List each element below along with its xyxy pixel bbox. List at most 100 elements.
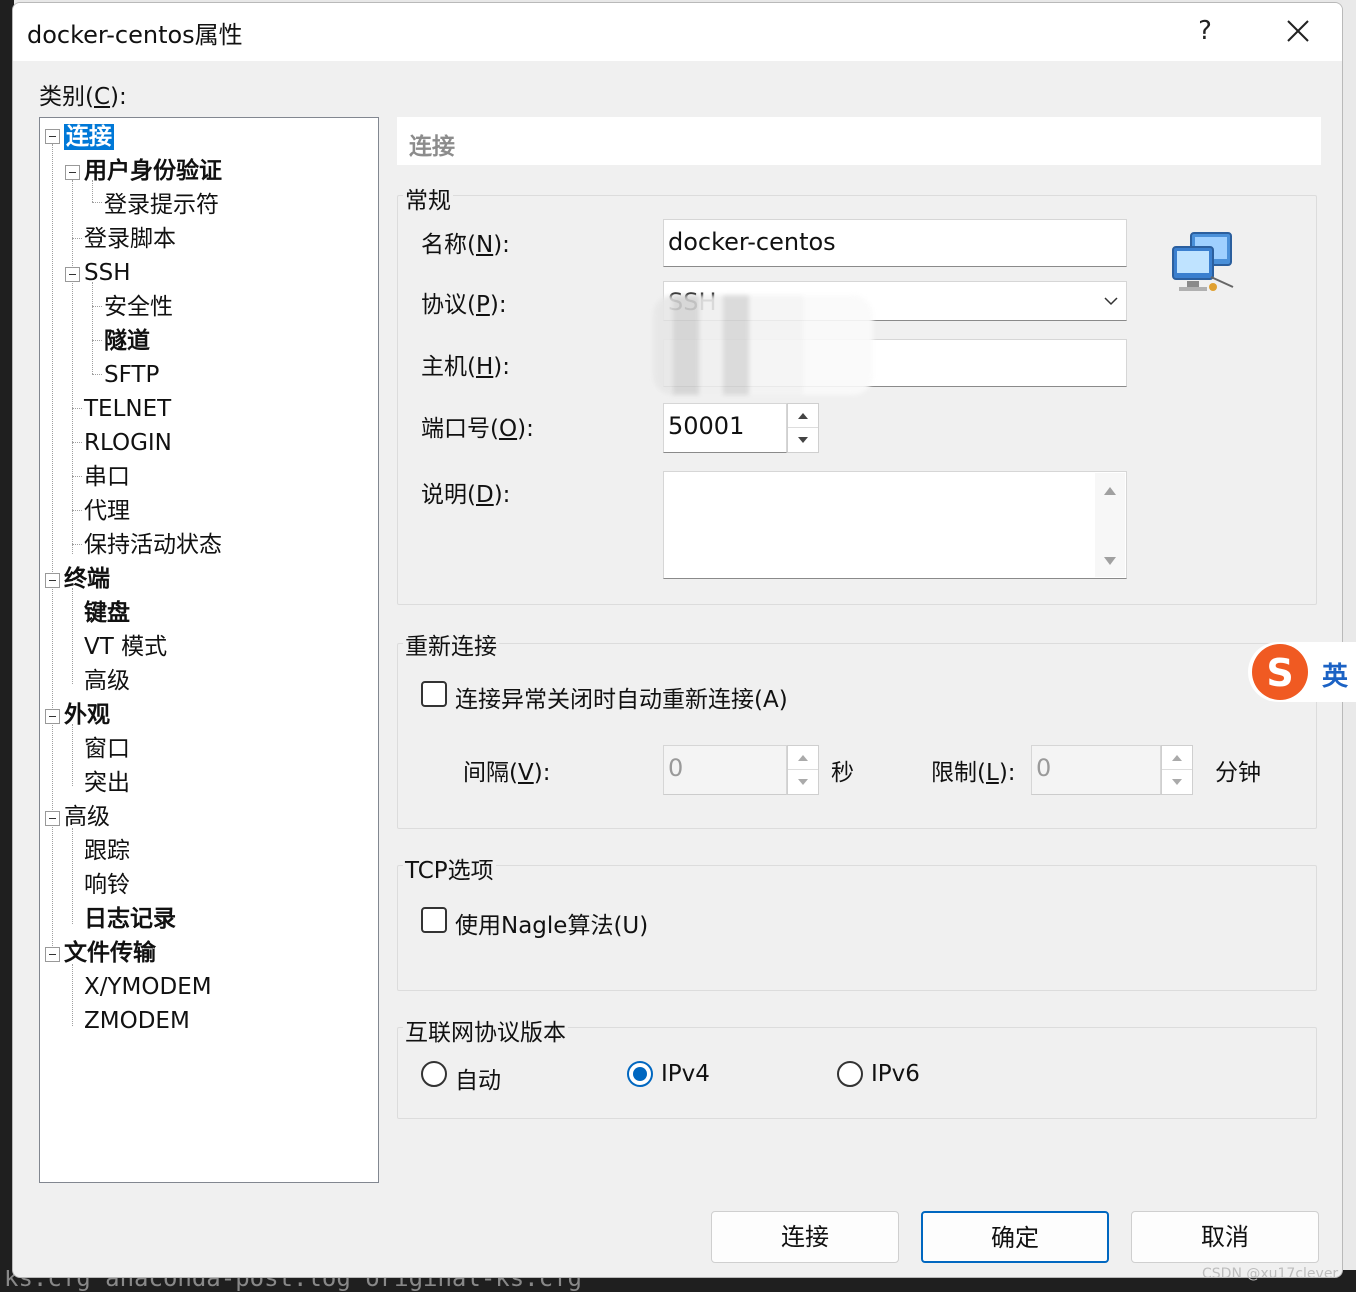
- tree-item-login-script[interactable]: 登录脚本: [84, 224, 176, 254]
- network-computers-icon: [1172, 232, 1234, 291]
- interval-unit: 秒: [831, 760, 854, 786]
- nagle-label: 使用Nagle算法(U): [455, 913, 649, 939]
- category-tree[interactable]: 连接 用户身份验证 登录提示符 登录脚本 SSH 安全性 隧道 SFTP TEL…: [39, 117, 379, 1183]
- tree-item-logging[interactable]: 日志记录: [84, 904, 176, 934]
- auto-reconnect-checkbox[interactable]: [421, 681, 447, 707]
- properties-dialog: docker-centos属性 ? 类别(C): 连接 用户身份验证 登录提示符…: [12, 2, 1343, 1278]
- reconnect-group-title: 重新连接: [403, 627, 499, 661]
- tree-item-telnet[interactable]: TELNET: [84, 394, 171, 424]
- tree-line: [52, 144, 53, 962]
- spin-down-button[interactable]: [788, 770, 818, 794]
- arrow-up-icon: [1172, 755, 1182, 761]
- port-label: 端口号(O):: [421, 416, 534, 442]
- tree-line: [72, 724, 73, 786]
- limit-spinner[interactable]: [1161, 745, 1193, 795]
- tree-line: [92, 202, 102, 203]
- tree-expander[interactable]: [45, 129, 60, 144]
- arrow-down-icon: [798, 779, 808, 785]
- tree-item-trace[interactable]: 跟踪: [84, 836, 130, 866]
- tree-item-keyboard[interactable]: 键盘: [84, 598, 130, 628]
- tree-line: [72, 544, 82, 545]
- tree-item-vt-mode[interactable]: VT 模式: [84, 632, 167, 662]
- ime-indicator[interactable]: S 英: [1248, 642, 1356, 702]
- spin-down-button[interactable]: [788, 428, 818, 452]
- scroll-up-icon: [1104, 487, 1116, 495]
- interval-spinner[interactable]: [787, 745, 819, 795]
- ip-version-group-title: 互联网协议版本: [403, 1013, 568, 1047]
- ok-button[interactable]: 确定: [921, 1211, 1109, 1263]
- cancel-button[interactable]: 取消: [1131, 1211, 1319, 1263]
- limit-unit: 分钟: [1215, 760, 1261, 786]
- tree-item-tunnel[interactable]: 隧道: [104, 326, 150, 356]
- watermark: CSDN @xu17clever: [1202, 1266, 1339, 1282]
- port-input[interactable]: 50001: [663, 403, 787, 453]
- tree-line: [92, 306, 102, 307]
- tree-line: [72, 238, 82, 239]
- ipv4-radio[interactable]: [627, 1061, 653, 1087]
- arrow-down-icon: [798, 437, 808, 443]
- limit-input[interactable]: 0: [1031, 745, 1161, 795]
- spin-down-button[interactable]: [1162, 770, 1192, 794]
- tree-item-rlogin[interactable]: RLOGIN: [84, 428, 172, 458]
- tree-item-advanced[interactable]: 高级: [64, 802, 110, 832]
- tree-line: [72, 442, 82, 443]
- tree-line: [72, 828, 73, 924]
- tree-expander[interactable]: [45, 947, 60, 962]
- tree-expander[interactable]: [45, 573, 60, 588]
- tree-item-connection[interactable]: 连接: [64, 122, 114, 152]
- host-label: 主机(H):: [421, 354, 511, 380]
- ip-auto-radio[interactable]: [421, 1061, 447, 1087]
- tree-item-terminal[interactable]: 终端: [64, 564, 110, 594]
- tree-item-proxy[interactable]: 代理: [84, 496, 130, 526]
- close-button[interactable]: [1275, 9, 1319, 53]
- tree-item-ssh[interactable]: SSH: [84, 258, 131, 288]
- ip-auto-label: 自动: [455, 1068, 501, 1094]
- tree-item-user-auth[interactable]: 用户身份验证: [84, 156, 222, 186]
- scroll-down-icon: [1104, 557, 1116, 565]
- connect-button[interactable]: 连接: [711, 1211, 899, 1263]
- tree-item-highlight[interactable]: 突出: [84, 768, 130, 798]
- description-textarea[interactable]: [663, 471, 1127, 579]
- tree-line: [72, 408, 82, 409]
- tcp-group-title: TCP选项: [403, 851, 496, 885]
- help-button[interactable]: ?: [1183, 9, 1227, 53]
- tree-expander[interactable]: [45, 811, 60, 826]
- interval-input[interactable]: 0: [663, 745, 787, 795]
- tree-item-bell[interactable]: 响铃: [84, 870, 130, 900]
- ime-mode-label: 英: [1322, 662, 1349, 692]
- tree-line: [72, 964, 73, 1026]
- interval-label: 间隔(V):: [463, 760, 551, 786]
- tree-item-appearance[interactable]: 外观: [64, 700, 110, 730]
- tree-item-terminal-advanced[interactable]: 高级: [84, 666, 130, 696]
- tree-expander[interactable]: [65, 165, 80, 180]
- tree-item-window[interactable]: 窗口: [84, 734, 130, 764]
- tree-expander[interactable]: [65, 267, 80, 282]
- description-scrollbar[interactable]: [1095, 473, 1125, 577]
- tree-item-login-prompt[interactable]: 登录提示符: [104, 190, 219, 220]
- arrow-up-icon: [798, 413, 808, 419]
- tree-item-serial[interactable]: 串口: [84, 462, 130, 492]
- tree-item-zmodem[interactable]: ZMODEM: [84, 1006, 190, 1036]
- tree-item-file-transfer[interactable]: 文件传输: [64, 938, 156, 968]
- dialog-title: docker-centos属性: [27, 21, 243, 49]
- name-input[interactable]: docker-centos: [663, 219, 1127, 267]
- tree-item-sftp[interactable]: SFTP: [104, 360, 159, 390]
- ipv6-radio[interactable]: [837, 1061, 863, 1087]
- spin-up-button[interactable]: [1162, 746, 1192, 770]
- spin-up-button[interactable]: [788, 746, 818, 770]
- tree-item-keepalive[interactable]: 保持活动状态: [84, 530, 222, 560]
- tree-line: [72, 476, 82, 477]
- tree-line: [92, 374, 102, 375]
- tree-expander[interactable]: [45, 709, 60, 724]
- description-label: 说明(D):: [421, 482, 511, 508]
- tree-line: [92, 340, 102, 341]
- close-icon: [1287, 20, 1309, 42]
- spin-up-button[interactable]: [788, 404, 818, 428]
- tree-item-security[interactable]: 安全性: [104, 292, 173, 322]
- nagle-checkbox[interactable]: [421, 907, 447, 933]
- tree-item-xymodem[interactable]: X/YMODEM: [84, 972, 212, 1002]
- port-spinner[interactable]: [787, 403, 819, 453]
- reconnect-group: [397, 643, 1317, 829]
- redacted-area: [653, 295, 873, 395]
- chevron-down-icon: [1104, 297, 1118, 306]
